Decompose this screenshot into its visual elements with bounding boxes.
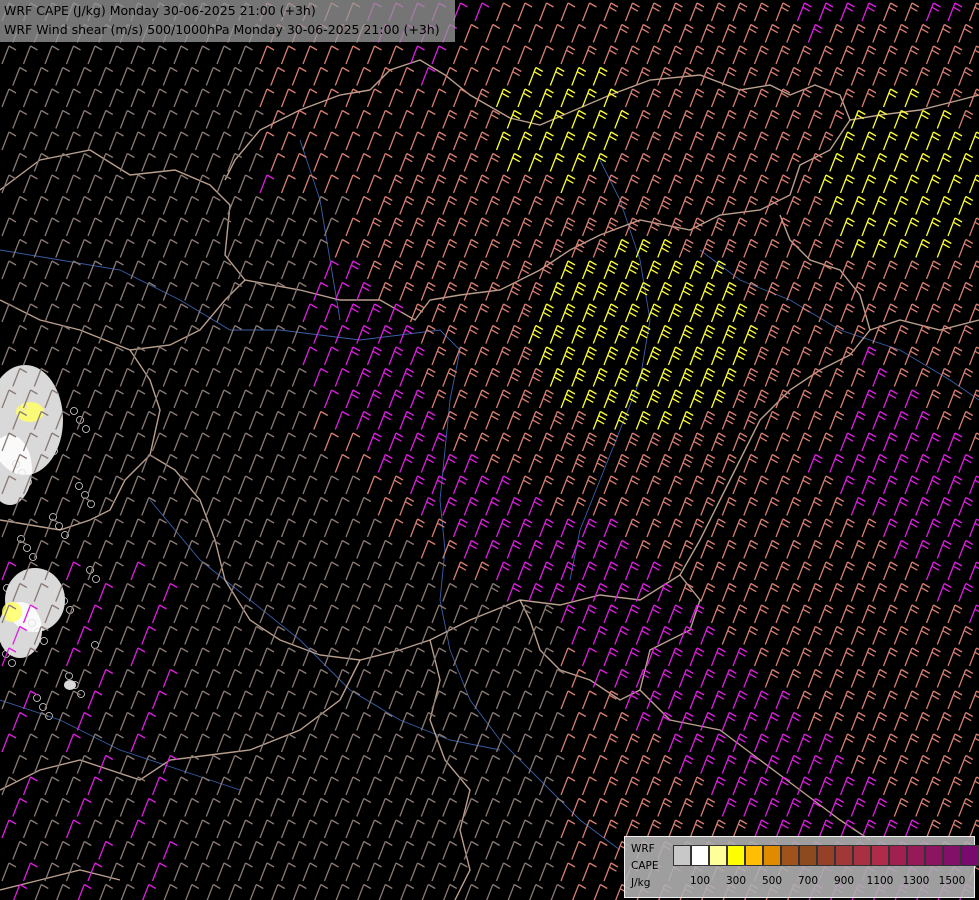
legend-swatch	[889, 845, 907, 866]
map-title-box: WRF CAPE (J/kg) Monday 30-06-2025 21:00 …	[0, 0, 455, 42]
legend-tick: 100	[689, 875, 711, 887]
cape-legend: WRF CAPE J/kg 100 300 500 700 900 1100 1300 150…	[624, 836, 979, 898]
legend-swatch	[763, 845, 781, 866]
legend-tick: 500	[761, 875, 783, 887]
cape-title: WRF CAPE (J/kg) Monday 30-06-2025 21:00 …	[4, 3, 316, 18]
legend-label-units: J/kg	[631, 877, 651, 889]
legend-tick: 1300	[902, 875, 930, 887]
legend-tick-labels: 100 300 500 700 900 1100 1300 1500	[673, 875, 973, 889]
legend-swatch	[709, 845, 727, 866]
legend-tick: 1500	[938, 875, 966, 887]
legend-swatch	[817, 845, 835, 866]
legend-swatch	[961, 845, 979, 866]
legend-swatch	[673, 845, 691, 866]
legend-swatch	[943, 845, 961, 866]
legend-swatch	[691, 845, 709, 866]
legend-swatch	[781, 845, 799, 866]
legend-tick: 300	[725, 875, 747, 887]
legend-swatch	[745, 845, 763, 866]
cape-patch	[2, 602, 22, 622]
legend-label-wrf: WRF	[631, 843, 655, 855]
legend-swatch	[871, 845, 889, 866]
legend-swatch	[835, 845, 853, 866]
legend-tick: 700	[797, 875, 819, 887]
wind-shear-title: WRF Wind shear (m/s) 500/1000hPa Monday …	[4, 22, 440, 37]
legend-tick: 1100	[866, 875, 894, 887]
legend-swatch	[799, 845, 817, 866]
legend-swatch	[907, 845, 925, 866]
legend-swatch	[925, 845, 943, 866]
legend-swatch	[727, 845, 745, 866]
wind-shear-cape-map	[0, 0, 979, 900]
legend-color-scale	[673, 845, 979, 866]
legend-label-cape: CAPE	[631, 860, 659, 872]
legend-tick: 900	[833, 875, 855, 887]
legend-swatch	[853, 845, 871, 866]
